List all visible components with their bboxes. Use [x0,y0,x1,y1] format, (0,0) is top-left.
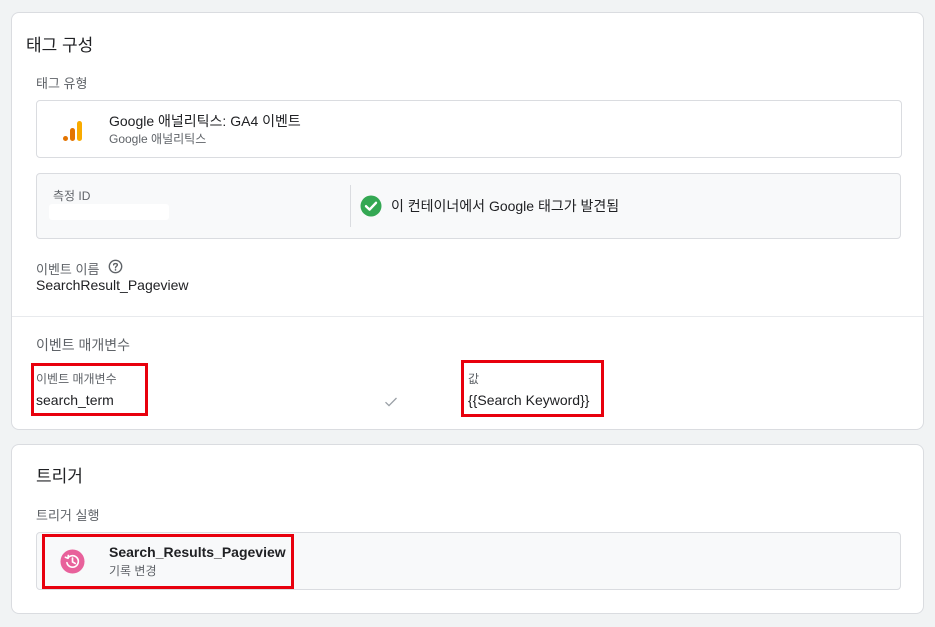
tag-found-text: 이 컨테이너에서 Google 태그가 발견됨 [391,198,620,214]
event-name-label: 이벤트 이름 [36,262,100,277]
help-circle-icon[interactable] [108,259,123,279]
tag-config-card: 태그 구성 태그 유형 Google 애널리틱스: GA4 이벤트 Google… [11,12,924,430]
check-circle-icon [360,195,382,222]
param-highlight-frame [31,363,148,416]
measurement-id-box: 측정 ID 이 컨테이너에서 Google 태그가 발견됨 [36,173,901,239]
trigger-fire-label: 트리거 실행 [36,508,100,523]
tag-type-subtitle: Google 애널리틱스 [109,132,207,146]
tag-type-name: Google 애널리틱스: GA4 이벤트 [109,113,301,129]
event-name-value: SearchResult_Pageview [36,277,189,293]
measurement-id-label: 측정 ID [53,189,91,203]
trigger-card: 트리거 트리거 실행 Search_Results_Pageview 기록 변경 [11,444,924,614]
trigger-title: 트리거 [36,467,83,486]
tag-type-box[interactable]: Google 애널리틱스: GA4 이벤트 Google 애널리틱스 [36,100,902,158]
check-icon [384,395,398,413]
event-params-section-label: 이벤트 매개변수 [36,337,131,353]
measurement-id-value[interactable] [49,204,169,220]
divider [350,185,351,227]
section-divider [12,316,923,317]
tag-config-title: 태그 구성 [26,36,94,55]
tag-type-label: 태그 유형 [36,76,88,91]
value-highlight-frame [461,360,604,417]
trigger-highlight-frame [42,534,294,589]
google-analytics-icon [61,118,87,149]
